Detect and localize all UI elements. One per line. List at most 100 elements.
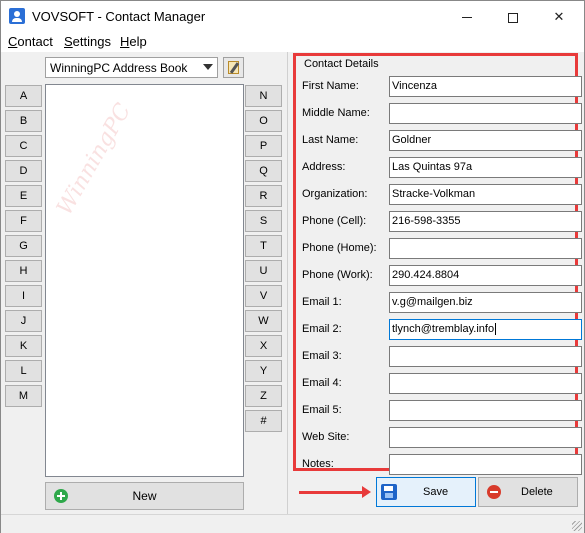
save-button[interactable]: Save bbox=[376, 477, 476, 507]
letter-button-a[interactable]: A bbox=[5, 85, 42, 107]
letter-button-u[interactable]: U bbox=[245, 260, 282, 282]
add-icon bbox=[54, 489, 68, 503]
notes-field[interactable] bbox=[389, 454, 582, 475]
phone-cell-value: 216-598-3355 bbox=[392, 215, 461, 227]
field-label: Organization: bbox=[302, 188, 368, 200]
web-site-field[interactable] bbox=[389, 427, 582, 448]
letter-button-c[interactable]: C bbox=[5, 135, 42, 157]
minimize-icon bbox=[462, 17, 472, 19]
field-label: Phone (Cell): bbox=[302, 215, 367, 227]
letter-button-i[interactable]: I bbox=[5, 285, 42, 307]
minimize-button[interactable] bbox=[444, 1, 490, 32]
letter-button-z[interactable]: Z bbox=[245, 385, 282, 407]
close-icon: ✕ bbox=[553, 9, 565, 24]
menu-bar: Contact Settings Help bbox=[1, 32, 584, 52]
field-label: Address: bbox=[302, 161, 346, 173]
letter-button-g[interactable]: G bbox=[5, 235, 42, 257]
letter-button-o[interactable]: O bbox=[245, 110, 282, 132]
email-3-field[interactable] bbox=[389, 346, 582, 367]
resize-grip-icon[interactable] bbox=[572, 521, 582, 531]
letter-button-h[interactable]: H bbox=[5, 260, 42, 282]
remove-icon bbox=[487, 485, 501, 499]
letter-button-s[interactable]: S bbox=[245, 210, 282, 232]
letter-button-v[interactable]: V bbox=[245, 285, 282, 307]
floppy-disk-icon bbox=[381, 484, 397, 500]
field-label: Middle Name: bbox=[302, 107, 370, 119]
address-book-select[interactable]: WinningPC Address Book bbox=[45, 57, 218, 78]
middle-name-field[interactable] bbox=[389, 103, 582, 124]
letter-button-l[interactable]: L bbox=[5, 360, 42, 382]
address-field[interactable]: Las Quintas 97a bbox=[389, 157, 582, 178]
letter-button-w[interactable]: W bbox=[245, 310, 282, 332]
save-label: Save bbox=[423, 486, 449, 498]
right-pane: Contact Details First Name: Vincenza Middl… bbox=[290, 52, 584, 514]
title-bar: VOVSOFT - Contact Manager ✕ bbox=[1, 1, 584, 32]
letter-button-p[interactable]: P bbox=[245, 135, 282, 157]
field-label: Phone (Work): bbox=[302, 269, 373, 281]
letter-button-k[interactable]: K bbox=[5, 335, 42, 357]
field-label: Email 1: bbox=[302, 296, 342, 308]
field-label: Phone (Home): bbox=[302, 242, 377, 254]
field-label: Web Site: bbox=[302, 431, 350, 443]
email-2-field[interactable]: tlynch@tremblay.info bbox=[389, 319, 582, 340]
close-button[interactable]: ✕ bbox=[536, 1, 582, 32]
field-label: Email 4: bbox=[302, 377, 342, 389]
field-label: First Name: bbox=[302, 80, 359, 92]
text-caret bbox=[495, 323, 497, 336]
letter-button-f[interactable]: F bbox=[5, 210, 42, 232]
last-name-value: Goldner bbox=[392, 134, 432, 146]
field-label: Notes: bbox=[302, 458, 334, 470]
address-value: Las Quintas 97a bbox=[392, 161, 473, 173]
menu-settings[interactable]: Settings bbox=[64, 34, 111, 49]
email-1-value: v.g@mailgen.biz bbox=[392, 296, 473, 308]
new-button-label: New bbox=[132, 489, 157, 503]
letter-button-hash[interactable]: # bbox=[245, 410, 282, 432]
letter-button-q[interactable]: Q bbox=[245, 160, 282, 182]
organization-field[interactable]: Stracke-Volkman bbox=[389, 184, 582, 205]
letter-button-r[interactable]: R bbox=[245, 185, 282, 207]
letter-button-j[interactable]: J bbox=[5, 310, 42, 332]
maximize-button[interactable] bbox=[490, 1, 536, 32]
letter-button-y[interactable]: Y bbox=[245, 360, 282, 382]
field-label: Last Name: bbox=[302, 134, 359, 146]
first-name-value: Vincenza bbox=[392, 80, 438, 92]
contact-book-icon bbox=[9, 8, 25, 24]
letter-button-t[interactable]: T bbox=[245, 235, 282, 257]
field-label: Email 2: bbox=[302, 323, 342, 335]
menu-contact[interactable]: Contact bbox=[8, 34, 53, 49]
address-book-selected: WinningPC Address Book bbox=[50, 61, 188, 75]
letter-button-n[interactable]: N bbox=[245, 85, 282, 107]
new-contact-button[interactable]: New bbox=[45, 482, 244, 510]
left-pane: WinningPC Address Book ABCDEFGHIJKLM NOP… bbox=[2, 52, 288, 514]
delete-label: Delete bbox=[521, 486, 553, 498]
delete-button[interactable]: Delete bbox=[478, 477, 578, 507]
maximize-icon bbox=[508, 12, 518, 23]
contact-details-group: Contact Details First Name: Vincenza Middl… bbox=[293, 53, 582, 475]
letter-button-m[interactable]: M bbox=[5, 385, 42, 407]
phone-work-value: 290.424.8804 bbox=[392, 269, 460, 281]
chevron-down-icon bbox=[203, 64, 213, 70]
email-5-field[interactable] bbox=[389, 400, 582, 421]
organization-value: Stracke-Volkman bbox=[392, 188, 476, 200]
edit-address-book-button[interactable] bbox=[223, 57, 244, 78]
letter-button-x[interactable]: X bbox=[245, 335, 282, 357]
last-name-field[interactable]: Goldner bbox=[389, 130, 582, 151]
phone-work-field[interactable]: 290.424.8804 bbox=[389, 265, 582, 286]
letter-button-e[interactable]: E bbox=[5, 185, 42, 207]
status-bar bbox=[1, 514, 584, 533]
letter-button-d[interactable]: D bbox=[5, 160, 42, 182]
window-title: VOVSOFT - Contact Manager bbox=[32, 9, 206, 24]
letter-button-b[interactable]: B bbox=[5, 110, 42, 132]
phone-cell-field[interactable]: 216-598-3355 bbox=[389, 211, 582, 232]
email-2-value: tlynch@tremblay.info bbox=[392, 323, 495, 335]
contact-list[interactable] bbox=[45, 84, 244, 477]
field-label: Email 3: bbox=[302, 350, 342, 362]
field-label: Email 5: bbox=[302, 404, 342, 416]
annotation-arrow bbox=[299, 486, 371, 498]
menu-help[interactable]: Help bbox=[120, 34, 147, 49]
group-title: Contact Details bbox=[302, 58, 381, 70]
email-4-field[interactable] bbox=[389, 373, 582, 394]
phone-home-field[interactable] bbox=[389, 238, 582, 259]
email-1-field[interactable]: v.g@mailgen.biz bbox=[389, 292, 582, 313]
first-name-field[interactable]: Vincenza bbox=[389, 76, 582, 97]
